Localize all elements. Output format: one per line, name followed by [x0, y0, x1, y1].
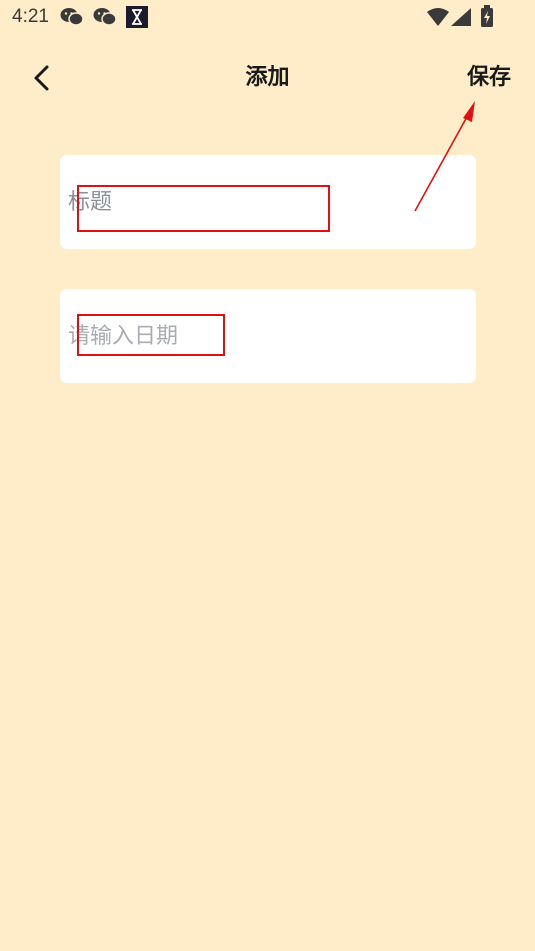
status-bar: 4:21 [0, 0, 535, 36]
date-input[interactable] [68, 317, 458, 355]
signal-icon [451, 8, 471, 26]
title-card [60, 155, 476, 249]
wechat-icon [60, 8, 84, 26]
title-input[interactable] [68, 183, 458, 221]
status-time: 4:21 [12, 6, 49, 27]
hourglass-icon [126, 6, 148, 28]
date-card [60, 289, 476, 383]
wechat-icon [93, 8, 117, 26]
wifi-icon [427, 8, 449, 26]
annotation-arrow [414, 101, 475, 212]
page-title: 添加 [245, 65, 290, 90]
save-button[interactable]: 保存 [467, 62, 511, 94]
battery-charging-icon [481, 5, 493, 27]
